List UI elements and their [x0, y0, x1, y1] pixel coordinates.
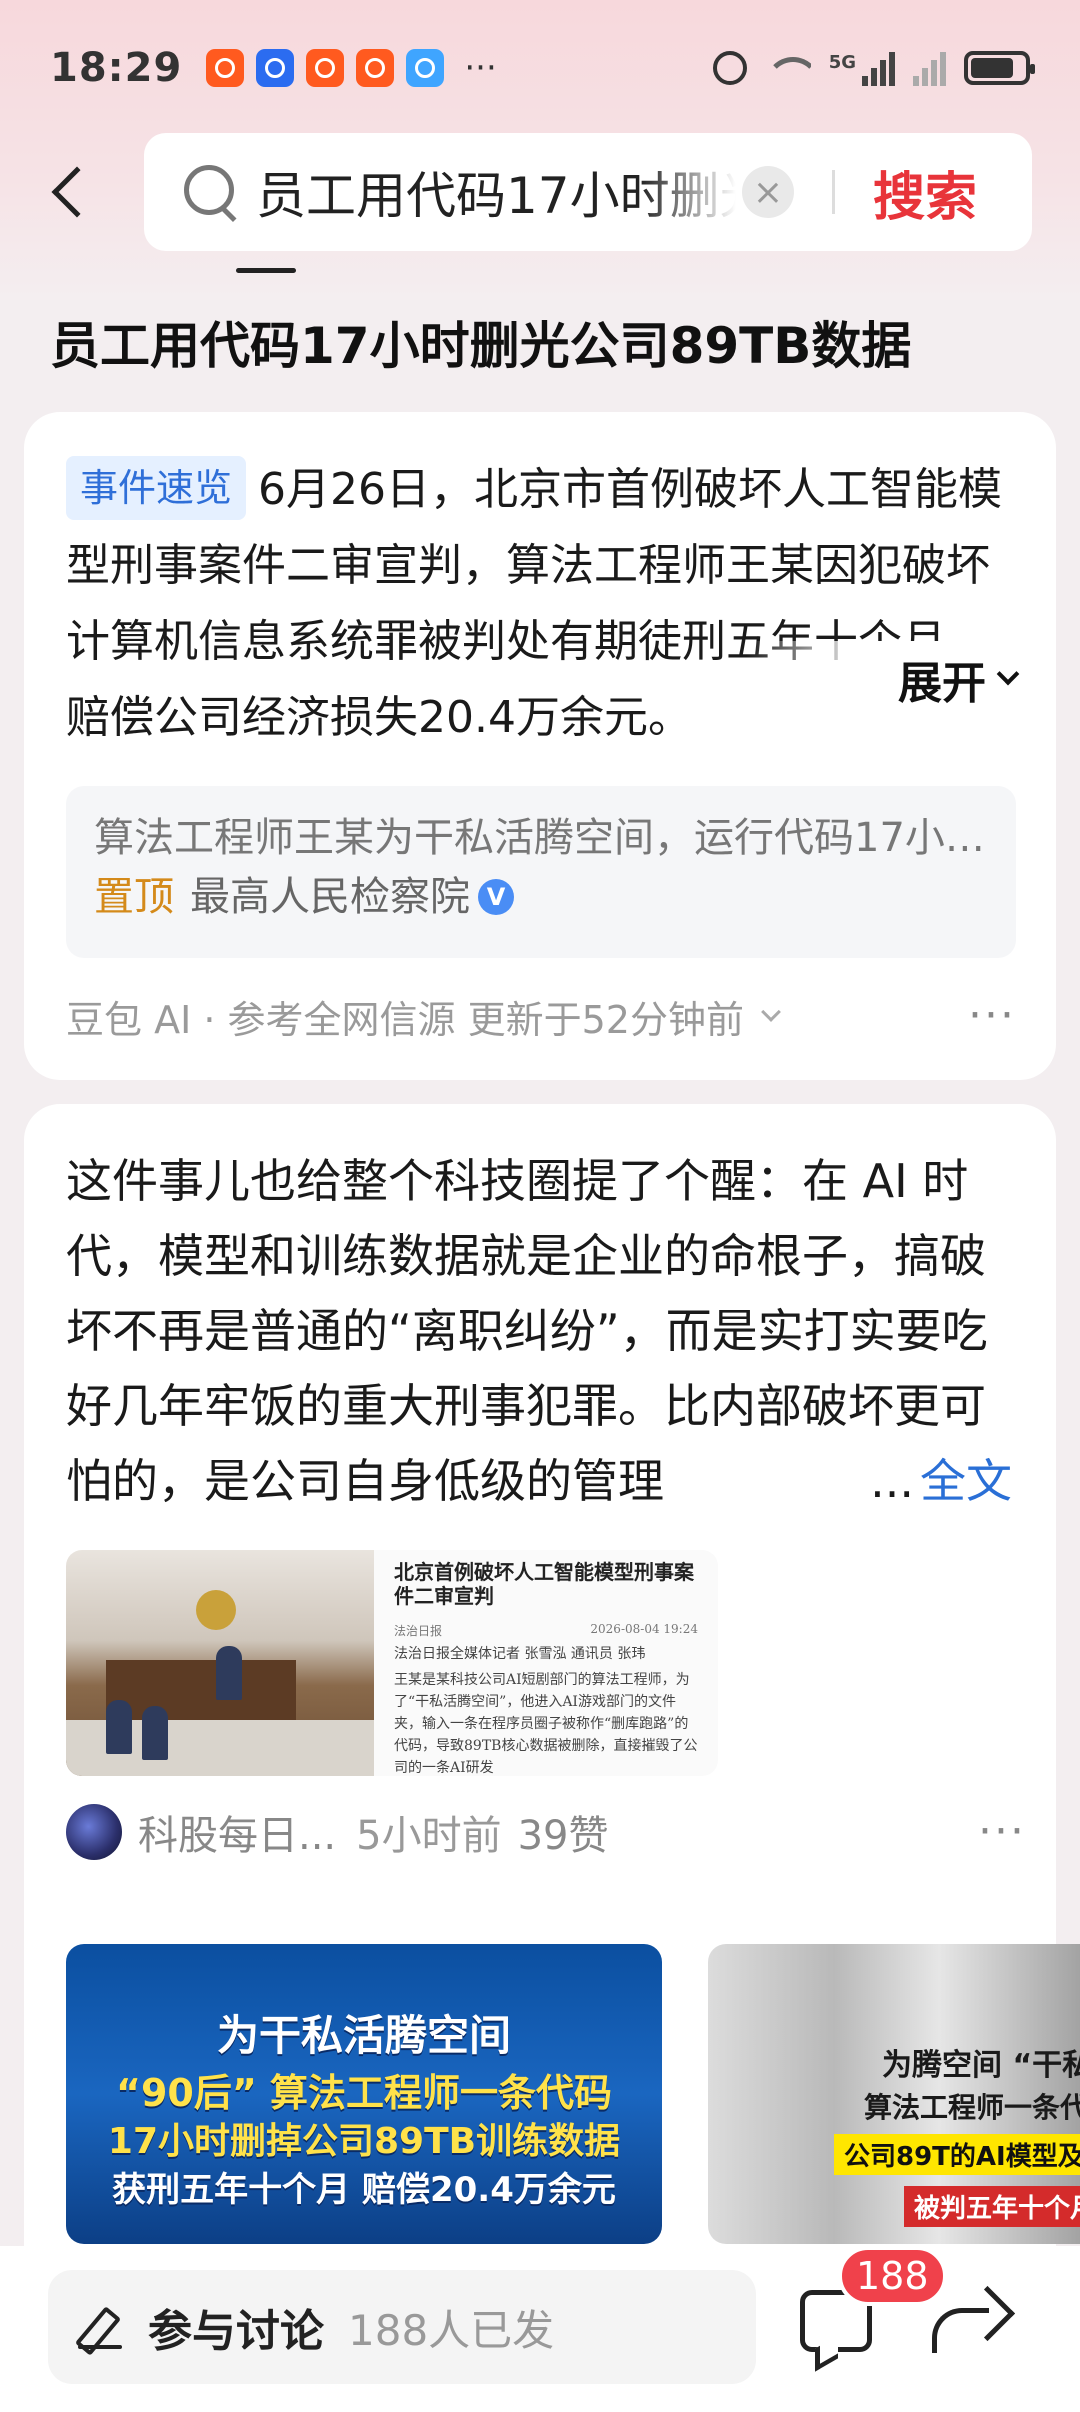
video-results: 为干私活腾空间 “90后” 算法工程师一条代码 17小时删掉公司89TB训练数据… — [66, 1944, 1080, 2244]
battery-icon — [964, 50, 1035, 85]
search-icon — [184, 165, 238, 219]
quote-box[interactable]: 算法工程师王某为干私活腾空间，运行代码17小时删除公司89TB数据 置顶 最高人… — [66, 786, 1016, 958]
news-document-image[interactable]: 北京首例破坏人工智能模型刑事案件二审宣判 法治日报 2026-08-04 19:… — [374, 1550, 718, 1776]
divider — [832, 170, 835, 214]
post-card[interactable]: 这件事儿也给整个科技圈提了个醒：在 AI 时代，模型和训练数据就是企业的命根子，… — [24, 1104, 1080, 2304]
signal-icon — [862, 50, 895, 86]
author-name[interactable]: 科股每日... — [138, 1803, 336, 1861]
quote-text: 算法工程师王某为干私活腾空间，运行代码17小时删除公司89TB数据 — [94, 815, 988, 861]
blue-app-icon — [256, 48, 295, 87]
wifi-icon — [764, 51, 811, 85]
full-text-link[interactable]: 全文 — [920, 1454, 1012, 1508]
courtroom-image[interactable] — [66, 1550, 374, 1776]
search-box[interactable]: 员工用代码17小时删光公司89TB数据 × 搜索 — [144, 133, 1032, 251]
court-emblem — [196, 1590, 236, 1630]
status-time: 18:29 — [50, 44, 183, 91]
chevron-down-icon[interactable] — [761, 1002, 781, 1022]
post-time: 5小时前 — [356, 1813, 502, 1859]
summary-footer: 豆包 AI · 参考全网信源 更新于52分钟前 ··· — [66, 984, 1016, 1048]
pen-icon — [78, 2303, 126, 2351]
discuss-label: 参与讨论 — [148, 2306, 324, 2357]
search-row: 员工用代码17小时删光公司89TB数据 × 搜索 — [0, 133, 1080, 253]
orange-app-icon — [356, 48, 395, 87]
bottom-bar: 参与讨论 188人已发 188 — [0, 2246, 1080, 2412]
alarm-icon — [712, 50, 747, 85]
more-options-icon[interactable]: ··· — [968, 994, 1016, 1038]
discuss-count: 188人已发 — [348, 2305, 555, 2355]
signal-secondary-icon — [913, 50, 946, 86]
quote-source: 最高人民检察院 — [190, 874, 470, 920]
page-title: 员工用代码17小时删光公司89TB数据 — [50, 317, 912, 375]
more-options-icon[interactable]: ··· — [978, 1810, 1026, 1854]
orange-app-icon — [306, 48, 345, 87]
chevron-down-icon — [996, 662, 1020, 686]
post-images[interactable]: 北京首例破坏人工智能模型刑事案件二审宣判 法治日报 2026-08-04 19:… — [66, 1550, 718, 1776]
summary-source-text: 豆包 AI · 参考全网信源 更新于52分钟前 — [66, 997, 744, 1042]
avatar[interactable] — [66, 1804, 122, 1860]
ai-summary-card[interactable]: 事件速览 6月26日，北京市首例破坏人工智能模型刑事案件二审宣判，算法工程师王某因… — [24, 412, 1056, 1080]
back-arrow-icon — [51, 166, 103, 218]
more-notifications-icon: ··· — [464, 47, 497, 88]
search-button[interactable]: 搜索 — [873, 155, 977, 230]
discuss-input[interactable]: 参与讨论 188人已发 — [48, 2270, 756, 2384]
verified-icon: V — [478, 879, 514, 915]
weather-icon — [406, 48, 445, 87]
tab-indicator — [236, 268, 296, 273]
comment-count-badge: 188 — [838, 2246, 947, 2306]
clear-icon[interactable]: × — [742, 166, 794, 218]
expand-button[interactable]: 展开 — [856, 641, 1020, 717]
network-label: 5G — [828, 51, 856, 73]
video-thumbnail[interactable]: 为干私活腾空间 “90后” 算法工程师一条代码 17小时删掉公司89TB训练数据… — [66, 1944, 662, 2244]
search-input[interactable]: 员工用代码17小时删光公司89TB数据 — [256, 156, 736, 228]
share-icon[interactable] — [932, 2292, 1006, 2356]
pinned-label: 置顶 — [94, 874, 174, 920]
event-overview-badge: 事件速览 — [66, 456, 247, 520]
back-button[interactable] — [40, 157, 103, 227]
like-count: 39赞 — [517, 1813, 609, 1859]
orange-app-icon — [206, 48, 245, 87]
author-row: 科股每日... 5小时前 39赞 ··· — [66, 1800, 1026, 1864]
video-thumbnail[interactable]: 为腾空间 “干私活” 算法工程师一条代码 公司89T的AI模型及训 被判五年十个… — [708, 1944, 1080, 2244]
status-bar: 18:29 ··· 5G — [0, 0, 1080, 135]
